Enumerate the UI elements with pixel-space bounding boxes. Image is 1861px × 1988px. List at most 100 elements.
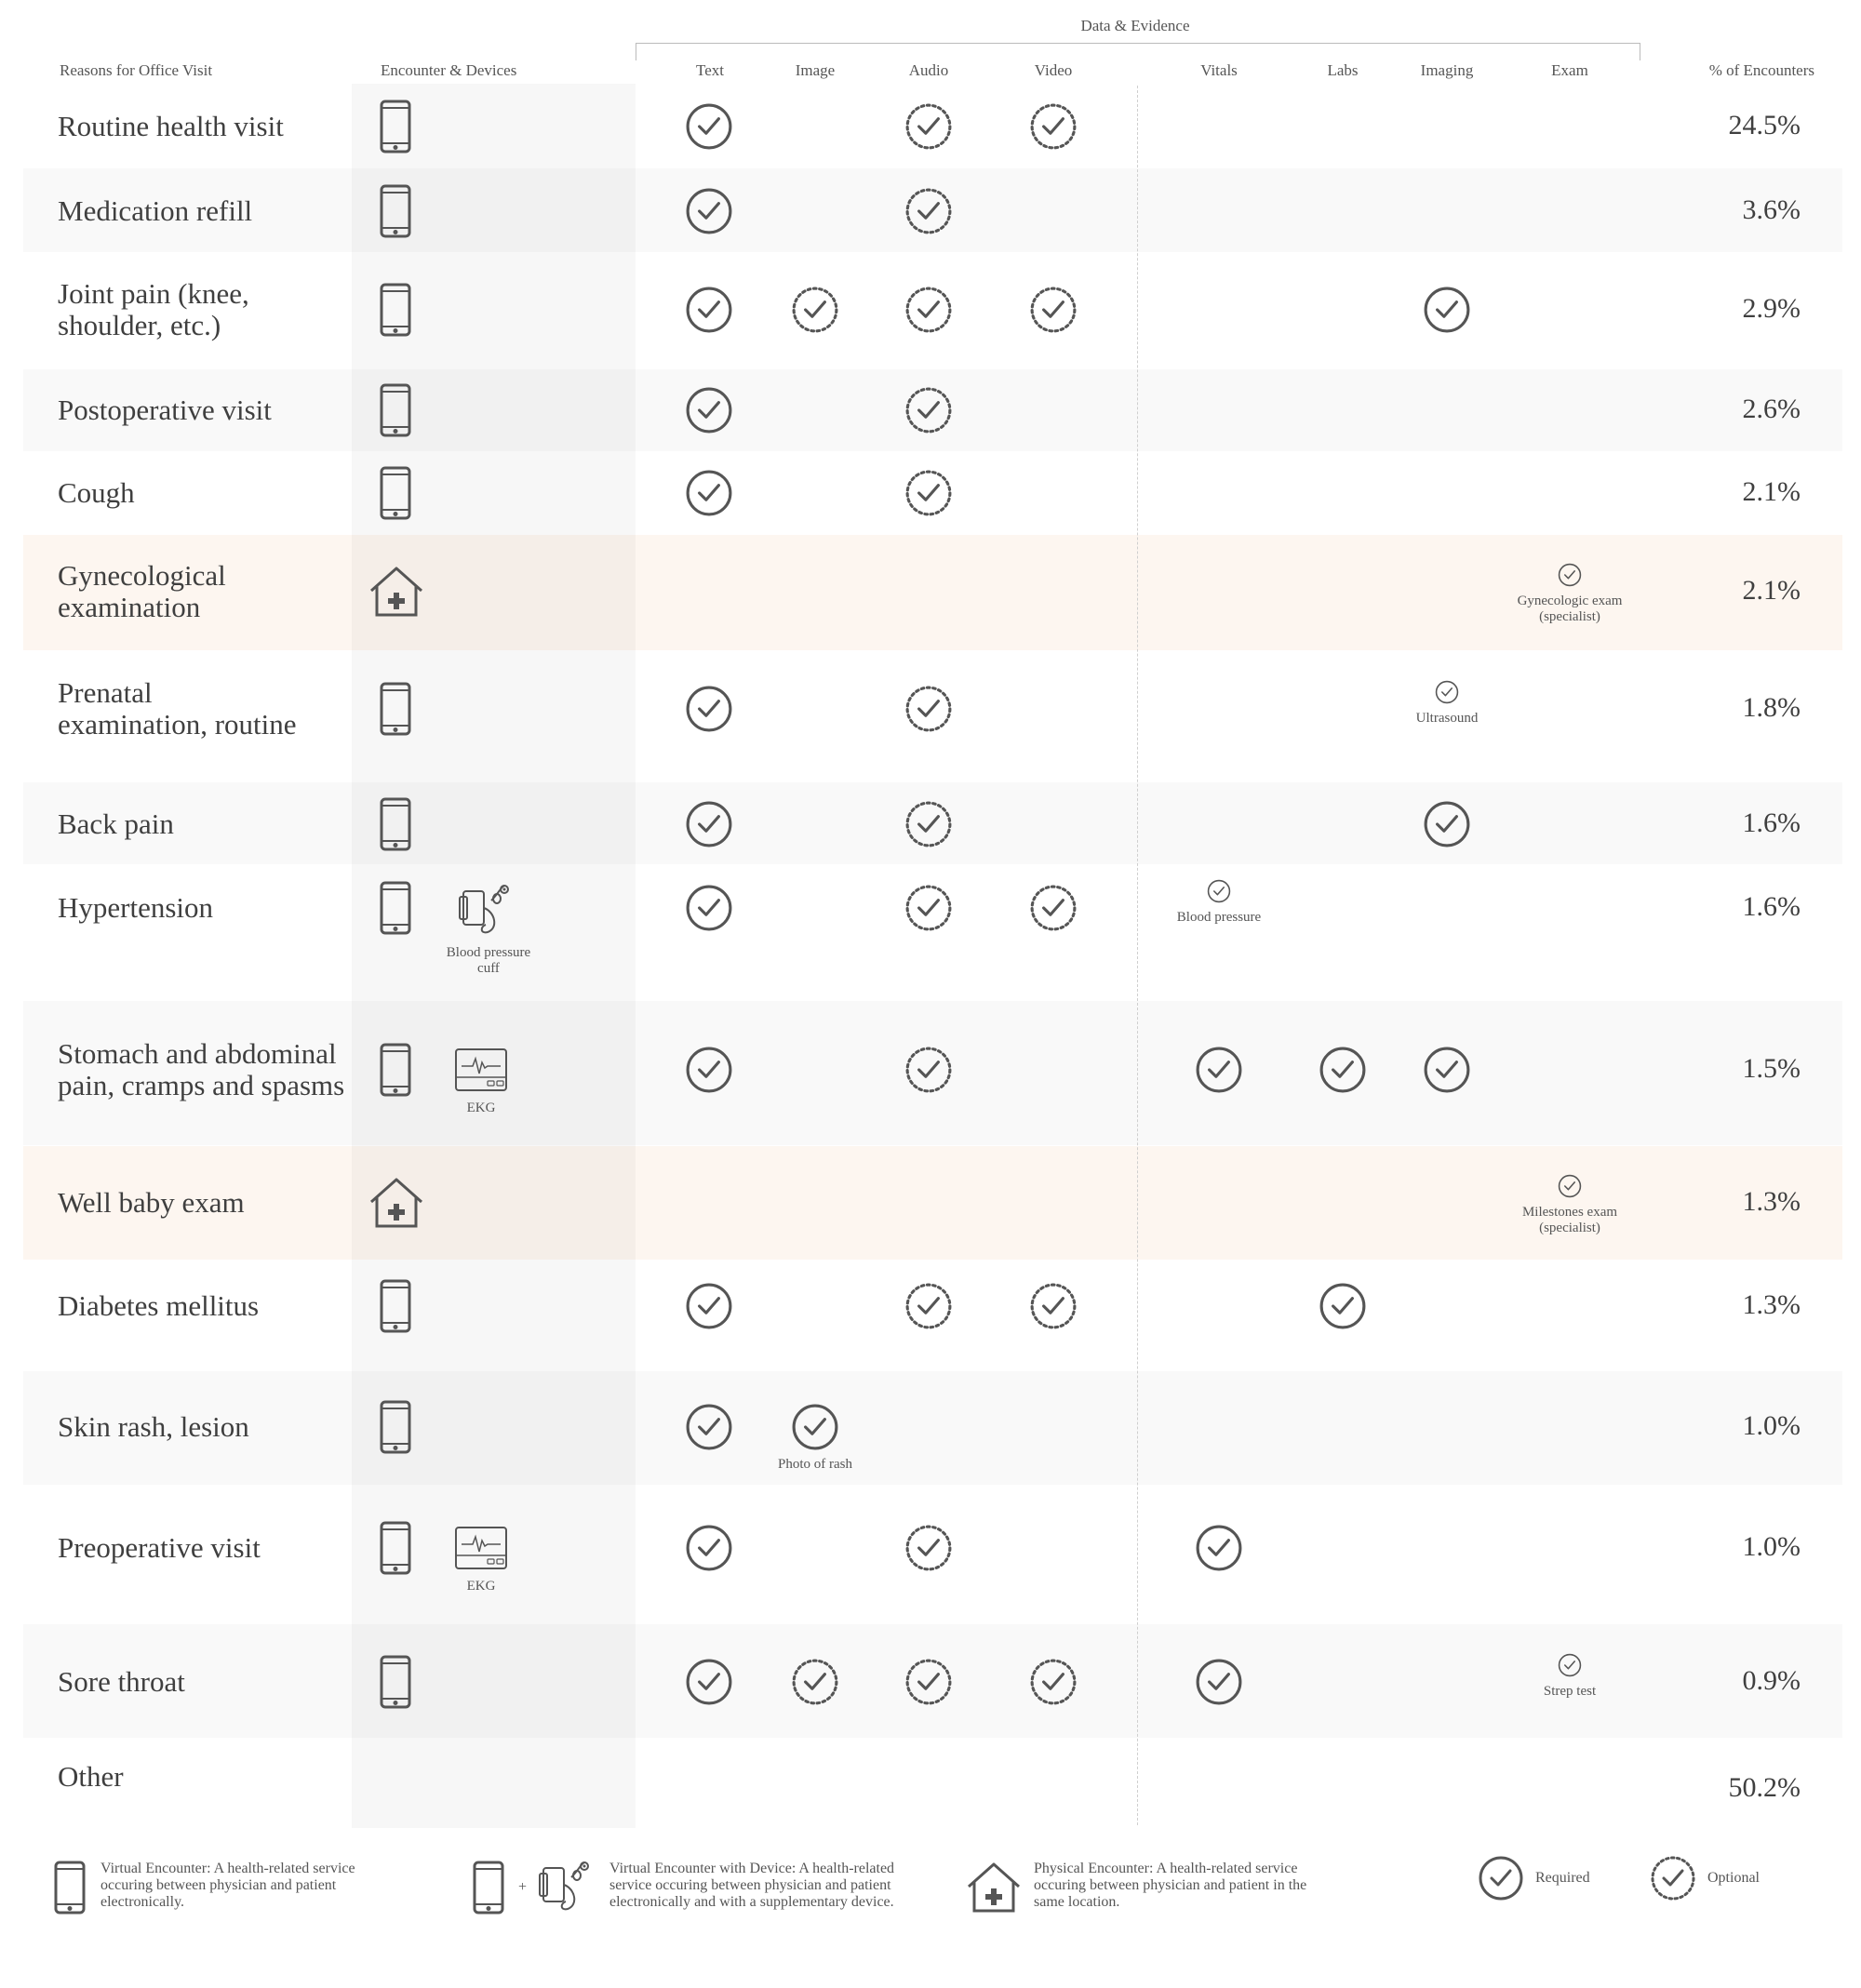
- text-line: Prenatal: [58, 676, 153, 709]
- text-line: cuff: [477, 961, 500, 976]
- device-label: EKG: [435, 1101, 528, 1116]
- required-check-icon: [1195, 1524, 1243, 1577]
- required-check-icon: [685, 1524, 733, 1577]
- column-divider: [1137, 86, 1138, 1825]
- required-check-icon: [1195, 1046, 1243, 1099]
- text-line: Skin rash, lesion: [58, 1410, 249, 1443]
- phone-icon: [380, 1279, 411, 1338]
- reason-label: Routine health visit: [58, 111, 284, 142]
- phone-icon: [380, 383, 411, 442]
- reason-label: Medication refill: [58, 195, 252, 227]
- reason-label: Sore throat: [58, 1666, 185, 1698]
- reason-label: Prenatal examination, routine: [58, 677, 297, 740]
- reason-label: Well baby exam: [58, 1187, 245, 1219]
- optional-check-icon: [1029, 286, 1078, 339]
- bp-cuff-icon: [538, 1857, 596, 1919]
- phone-icon: [380, 881, 411, 940]
- text-line: Postoperative visit: [58, 394, 272, 426]
- phone-icon: [380, 682, 411, 740]
- legend-required-text: Required: [1535, 1870, 1590, 1886]
- reason-label: Back pain: [58, 808, 174, 840]
- bp-cuff-icon: [456, 880, 517, 942]
- exam-note: Strep test: [1486, 1684, 1653, 1700]
- required-check-icon: [685, 884, 733, 937]
- required-check-icon: [1423, 800, 1471, 853]
- required-check-icon: [1558, 1174, 1582, 1203]
- optional-check-icon: [1029, 1658, 1078, 1711]
- image-note: Photo of rash: [731, 1457, 899, 1473]
- text-line: Cough: [58, 476, 135, 509]
- ekg-icon: [454, 1526, 508, 1575]
- percent-of-encounters: 24.5%: [1728, 110, 1801, 140]
- optional-check-icon: [904, 1658, 953, 1711]
- clinic-house-icon: [965, 1861, 1023, 1919]
- required-check-icon: [1319, 1282, 1367, 1335]
- legend-plus: +: [518, 1879, 528, 1895]
- phone-icon: [380, 466, 411, 525]
- text-line: Photo of rash: [778, 1457, 852, 1472]
- reason-label: Stomach and abdominal pain, cramps and sp…: [58, 1038, 344, 1101]
- required-check-icon: [685, 386, 733, 439]
- percent-of-encounters: 0.9%: [1742, 1665, 1801, 1696]
- imaging-note: Ultrasound: [1363, 711, 1531, 727]
- legend-virtual-device-text: Virtual Encounter with Device: A health-…: [609, 1861, 895, 1910]
- phone-icon: [380, 1655, 411, 1714]
- required-check-icon: [1558, 563, 1582, 592]
- column-header-reason: Reasons for Office Visit: [60, 61, 213, 79]
- phone-icon: [380, 1521, 411, 1580]
- optional-check-icon: [904, 1046, 953, 1099]
- text-line: (specialist): [1539, 609, 1600, 624]
- text-line: examination: [58, 591, 201, 623]
- optional-check-icon: [1029, 102, 1078, 155]
- optional-check-icon: [1029, 884, 1078, 937]
- reason-label: Skin rash, lesion: [58, 1411, 249, 1443]
- required-check-icon: [1195, 1658, 1243, 1711]
- phone-icon: [380, 184, 411, 243]
- required-check-icon: [685, 1046, 733, 1099]
- reason-label: Diabetes mellitus: [58, 1290, 259, 1322]
- text-line: shoulder, etc.): [58, 309, 221, 341]
- legend-virtual-text: Virtual Encounter: A health-related serv…: [100, 1861, 355, 1910]
- percent-of-encounters: 1.0%: [1742, 1410, 1801, 1441]
- phone-icon: [380, 1400, 411, 1459]
- percent-of-encounters: 1.3%: [1742, 1186, 1801, 1217]
- text-line: Milestones exam: [1521, 1205, 1618, 1220]
- text-line: Other: [58, 1760, 124, 1793]
- required-check-icon: [1558, 1653, 1582, 1682]
- column-header-text: Text: [696, 61, 724, 79]
- percent-of-encounters: 3.6%: [1742, 194, 1801, 225]
- column-header-image: Image: [795, 61, 836, 79]
- text-line: Hypertension: [58, 891, 214, 924]
- required-check-icon: [685, 1658, 733, 1711]
- optional-check-icon: [1029, 1282, 1078, 1335]
- physical-row-shade: [23, 535, 1842, 650]
- percent-of-encounters: 1.5%: [1742, 1053, 1801, 1084]
- required-check-icon: [685, 286, 733, 339]
- percent-of-encounters: 1.0%: [1742, 1531, 1801, 1562]
- text-line: Well baby exam: [58, 1186, 245, 1219]
- phone-icon: [380, 797, 411, 856]
- reason-label: Gynecological examination: [58, 560, 226, 623]
- phone-icon: [380, 100, 411, 158]
- device-label: Blood pressure cuff: [428, 945, 549, 977]
- required-check-icon: [1478, 1855, 1524, 1906]
- text-line: EKG: [466, 1579, 496, 1594]
- text-line: EKG: [466, 1101, 496, 1115]
- text-line: Strep test: [1543, 1684, 1597, 1699]
- reason-label: Other: [58, 1761, 124, 1793]
- percent-of-encounters: 1.6%: [1742, 807, 1801, 838]
- required-check-icon: [1435, 680, 1459, 709]
- column-header-labs: Labs: [1327, 61, 1359, 79]
- column-header-exam: Exam: [1551, 61, 1588, 79]
- percent-of-encounters: 1.6%: [1742, 891, 1801, 922]
- text-line: Back pain: [58, 807, 174, 840]
- text-line: Medication refill: [58, 194, 253, 227]
- text-line: Stomach and abdominal: [58, 1037, 337, 1070]
- legend-physical-text: Physical Encounter: A health-related ser…: [1034, 1861, 1307, 1910]
- percent-of-encounters: 1.8%: [1742, 692, 1801, 723]
- text-line: Ultrasound: [1415, 711, 1479, 726]
- reason-label: Joint pain (knee, shoulder, etc.): [58, 278, 249, 341]
- required-check-icon: [1423, 286, 1471, 339]
- column-header-encounter: Encounter & Devices: [381, 61, 517, 79]
- reason-label: Cough: [58, 477, 135, 509]
